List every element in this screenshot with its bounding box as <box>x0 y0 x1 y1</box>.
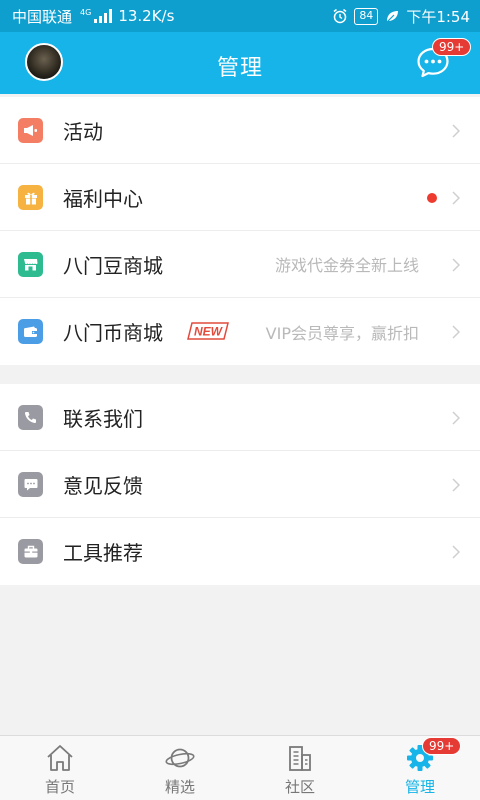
menu-item-label: 福利中心 <box>63 186 143 211</box>
menu-item-activity[interactable]: 活动 <box>0 97 480 164</box>
network-speed: 13.2K/s <box>118 7 175 25</box>
chevron-right-icon <box>452 545 460 559</box>
tab-label: 首页 <box>44 778 75 796</box>
comment-icon <box>18 472 43 497</box>
home-icon <box>47 745 73 771</box>
menu-item-label: 联系我们 <box>63 406 143 431</box>
menu-item-hint: 游戏代金券全新上线 <box>274 256 419 275</box>
menu-item-label: 意见反馈 <box>63 473 143 498</box>
chevron-right-icon <box>452 478 460 492</box>
menu-group-support: 联系我们 意见反馈 工具推荐 <box>0 384 480 585</box>
tab-label: 精选 <box>164 778 195 796</box>
tab-home[interactable]: 首页 <box>0 736 120 800</box>
network-type: 4G <box>80 8 92 17</box>
phone-icon <box>18 405 43 430</box>
chevron-right-icon <box>452 124 460 138</box>
tab-featured[interactable]: 精选 <box>120 736 240 800</box>
menu-item-contact[interactable]: 联系我们 <box>0 384 480 451</box>
menu-item-tools[interactable]: 工具推荐 <box>0 518 480 585</box>
menu-item-label: 八门豆商城 <box>63 253 163 278</box>
menu-item-hint: VIP会员尊享，赢折扣 <box>265 323 419 343</box>
menu-item-label: 活动 <box>63 119 103 144</box>
gift-icon <box>18 185 43 210</box>
planet-icon <box>165 748 195 768</box>
menu-item-welfare[interactable]: 福利中心 <box>0 164 480 231</box>
clock: 下午1:54 <box>406 7 470 26</box>
new-badge-label: NEW <box>194 325 224 339</box>
chevron-right-icon <box>452 258 460 272</box>
menu-item-coin-store[interactable]: 八门币商城 NEW VIP会员尊享，赢折扣 <box>0 298 480 365</box>
wallet-icon <box>18 319 43 344</box>
page-title: 管理 <box>216 56 263 81</box>
status-bar: 中国联通 4G 13.2K/s 84 下午1:54 <box>0 0 480 32</box>
tab-manage[interactable]: 管理 99+ <box>360 736 480 800</box>
signal-icon: 4G <box>80 8 113 23</box>
store-icon <box>18 252 43 277</box>
message-badge: 99+ <box>432 38 472 56</box>
app-header: 管理 99+ <box>0 32 480 94</box>
toolbox-icon <box>18 539 43 564</box>
carrier-label: 中国联通 <box>12 7 73 26</box>
bottom-tab-bar: 首页 精选 社区 管理 99+ <box>0 735 480 800</box>
menu-item-label: 工具推荐 <box>63 541 143 565</box>
menu-item-bean-store[interactable]: 八门豆商城 游戏代金券全新上线 <box>0 231 480 298</box>
tab-label: 社区 <box>284 778 315 796</box>
megaphone-icon <box>18 118 43 143</box>
menu-item-feedback[interactable]: 意见反馈 <box>0 451 480 518</box>
tab-badge: 99+ <box>422 737 462 755</box>
alarm-icon <box>333 8 347 24</box>
menu-item-label: 八门币商城 <box>63 321 163 345</box>
new-badge: NEW <box>187 322 229 340</box>
chevron-right-icon <box>452 325 460 339</box>
tab-community[interactable]: 社区 <box>240 736 360 800</box>
notification-dot <box>427 193 437 203</box>
leaf-icon <box>386 11 399 23</box>
tab-label: 管理 <box>404 778 435 796</box>
building-icon <box>289 746 311 771</box>
battery-indicator: 84 <box>354 7 379 25</box>
chevron-right-icon <box>452 191 460 205</box>
menu-group-main: 活动 福利中心 八门豆商城 游戏代金券全新上线 八门币商城 NEW VIP会员尊… <box>0 97 480 365</box>
chevron-right-icon <box>452 411 460 425</box>
